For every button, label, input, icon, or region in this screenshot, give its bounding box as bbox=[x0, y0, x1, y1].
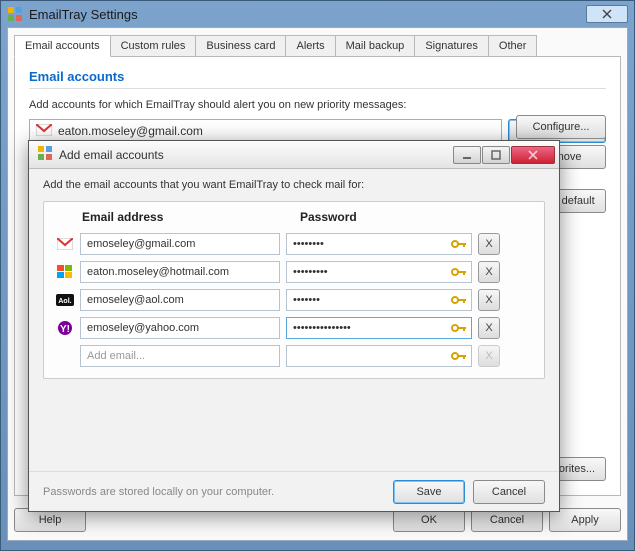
password-field[interactable] bbox=[286, 345, 472, 367]
yahoo-icon: Y! bbox=[56, 320, 74, 336]
tabstrip: Email accounts Custom rules Business car… bbox=[8, 28, 627, 56]
account-row-empty: Add email... X bbox=[56, 342, 532, 370]
instruction-text: Add accounts for which EmailTray should … bbox=[29, 99, 606, 111]
tab-signatures[interactable]: Signatures bbox=[414, 35, 489, 57]
dialog-close-button[interactable] bbox=[511, 146, 555, 164]
remove-row-button[interactable]: X bbox=[478, 233, 500, 255]
key-icon bbox=[451, 265, 467, 279]
window-title: EmailTray Settings bbox=[29, 7, 138, 22]
svg-text:Aol.: Aol. bbox=[58, 298, 71, 305]
password-field[interactable]: ••••••••• bbox=[286, 261, 472, 283]
password-field[interactable]: ••••••• bbox=[286, 289, 472, 311]
key-icon bbox=[451, 349, 467, 363]
gmail-icon bbox=[56, 236, 74, 252]
minimize-button[interactable] bbox=[453, 146, 481, 164]
footer-note: Passwords are stored locally on your com… bbox=[43, 486, 385, 498]
email-field[interactable]: emoseley@gmail.com bbox=[80, 233, 280, 255]
dialog-titlebar[interactable]: Add email accounts bbox=[29, 141, 559, 169]
password-field[interactable]: ••••••••••••••• bbox=[286, 317, 472, 339]
aol-icon: Aol. bbox=[56, 292, 74, 308]
tab-custom-rules[interactable]: Custom rules bbox=[110, 35, 197, 57]
window-close-button[interactable] bbox=[586, 5, 628, 23]
add-accounts-dialog: Add email accounts Add the email account… bbox=[28, 140, 560, 512]
save-button[interactable]: Save bbox=[393, 480, 465, 504]
column-password: Password bbox=[300, 210, 532, 224]
tab-business-card[interactable]: Business card bbox=[195, 35, 286, 57]
dialog-footer: Passwords are stored locally on your com… bbox=[29, 471, 559, 511]
remove-row-button: X bbox=[478, 345, 500, 367]
key-icon bbox=[451, 237, 467, 251]
account-email: eaton.moseley@gmail.com bbox=[58, 124, 203, 138]
tab-other[interactable]: Other bbox=[488, 35, 538, 57]
column-email: Email address bbox=[82, 210, 300, 224]
gmail-icon bbox=[36, 124, 52, 139]
configure-button[interactable]: Configure... bbox=[516, 115, 606, 139]
titlebar[interactable]: EmailTray Settings bbox=[1, 1, 634, 27]
accounts-grid: Email address Password emoseley@gmail.co… bbox=[43, 201, 545, 379]
app-icon bbox=[37, 145, 53, 164]
email-field[interactable]: eaton.moseley@hotmail.com bbox=[80, 261, 280, 283]
section-title: Email accounts bbox=[29, 69, 606, 89]
key-icon bbox=[451, 293, 467, 307]
account-row: emoseley@gmail.com •••••••• X bbox=[56, 230, 532, 258]
account-row: Y! emoseley@yahoo.com ••••••••••••••• X bbox=[56, 314, 532, 342]
key-icon bbox=[451, 321, 467, 335]
dialog-instruction: Add the email accounts that you want Ema… bbox=[43, 179, 545, 191]
password-field[interactable]: •••••••• bbox=[286, 233, 472, 255]
app-icon bbox=[7, 6, 23, 22]
tab-alerts[interactable]: Alerts bbox=[285, 35, 335, 57]
email-field[interactable]: emoseley@aol.com bbox=[80, 289, 280, 311]
tab-email-accounts[interactable]: Email accounts bbox=[14, 35, 111, 57]
dialog-cancel-button[interactable]: Cancel bbox=[473, 480, 545, 504]
dialog-title: Add email accounts bbox=[59, 148, 164, 162]
account-row: Aol. emoseley@aol.com ••••••• X bbox=[56, 286, 532, 314]
tab-mail-backup[interactable]: Mail backup bbox=[335, 35, 416, 57]
windows-icon bbox=[56, 264, 74, 280]
remove-row-button[interactable]: X bbox=[478, 317, 500, 339]
blank-icon bbox=[56, 348, 74, 364]
svg-text:Y!: Y! bbox=[60, 324, 70, 335]
remove-row-button[interactable]: X bbox=[478, 289, 500, 311]
email-field[interactable]: Add email... bbox=[80, 345, 280, 367]
maximize-button[interactable] bbox=[482, 146, 510, 164]
remove-row-button[interactable]: X bbox=[478, 261, 500, 283]
account-row: eaton.moseley@hotmail.com ••••••••• X bbox=[56, 258, 532, 286]
email-field[interactable]: emoseley@yahoo.com bbox=[80, 317, 280, 339]
